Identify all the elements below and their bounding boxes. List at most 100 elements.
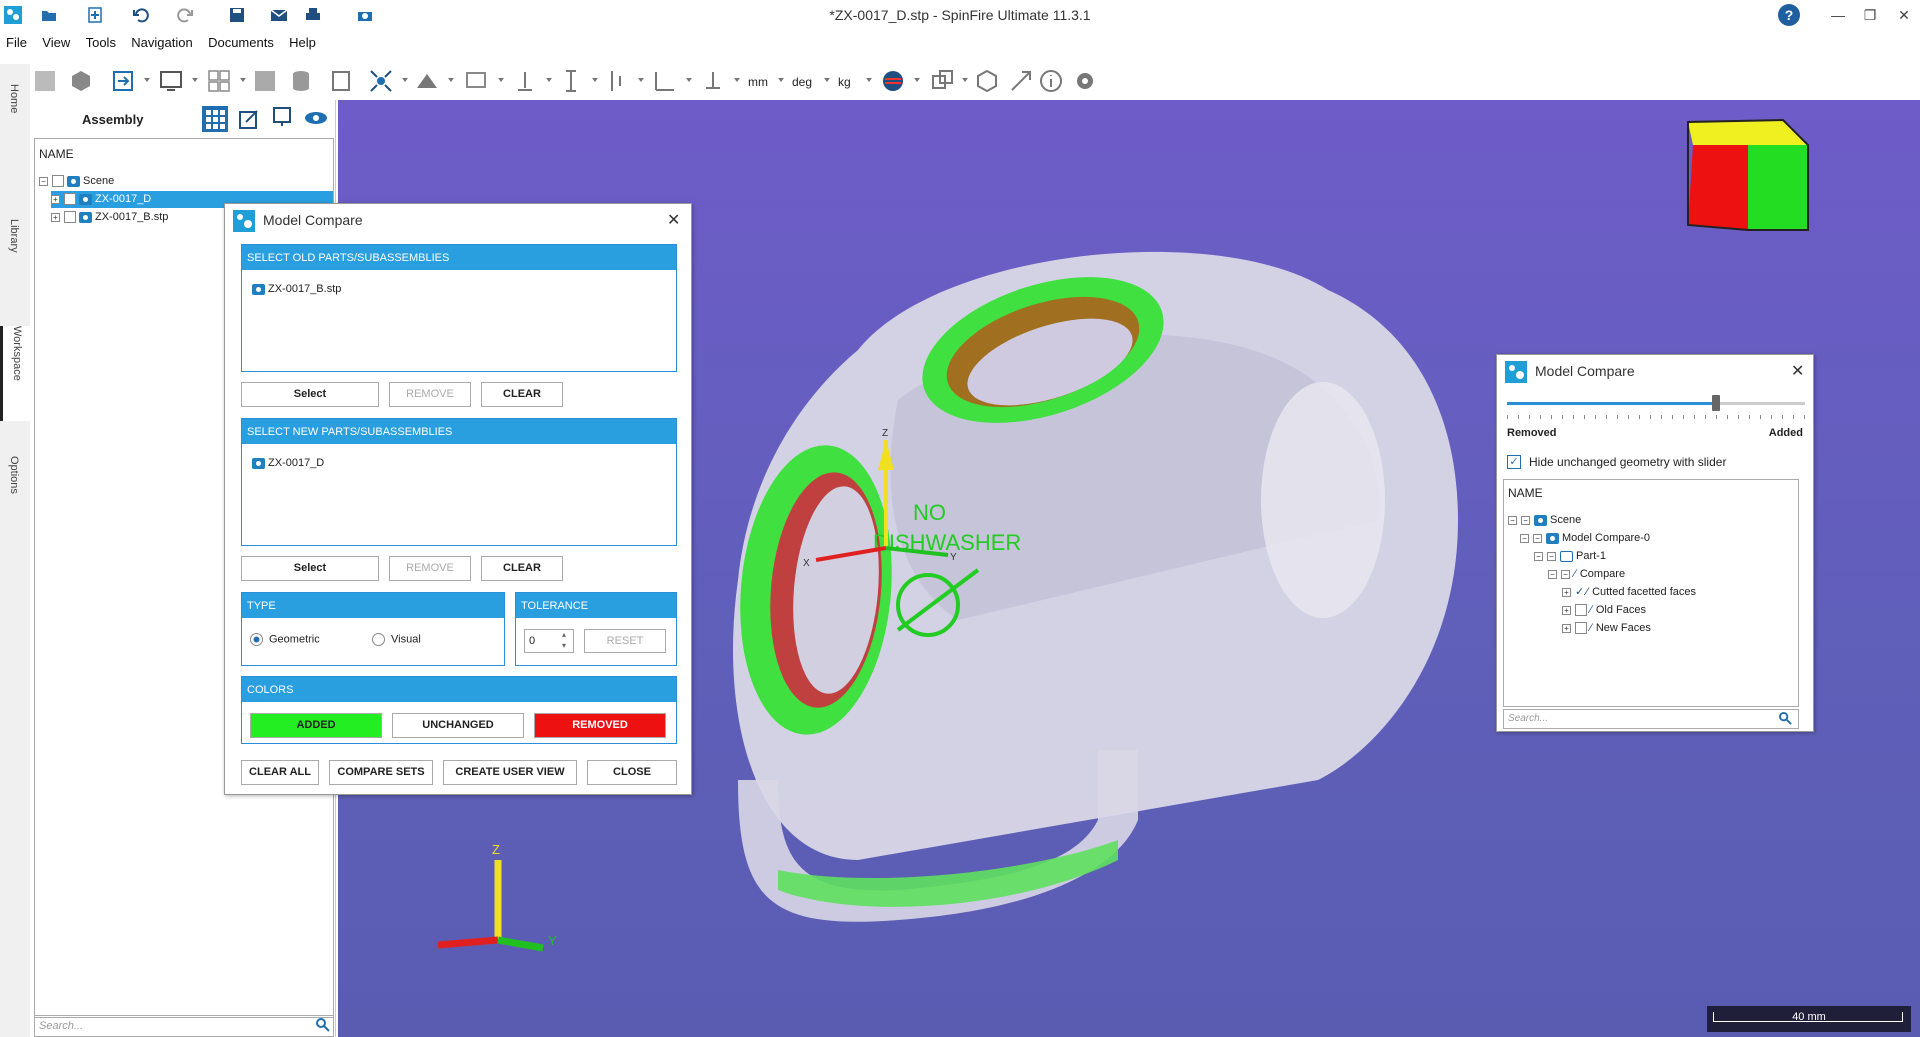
tree-row-scene[interactable]: − Scene — [39, 173, 114, 190]
markup-dropdown-icon[interactable] — [498, 78, 504, 82]
type-geometric-radio[interactable]: Geometric — [250, 633, 320, 646]
layout-icon[interactable] — [206, 68, 232, 94]
close-window-button[interactable]: ✕ — [1890, 4, 1918, 26]
old-part-item[interactable]: ZX-0017_B.stp — [252, 283, 341, 295]
slider-track[interactable] — [1507, 402, 1805, 405]
display-icon[interactable] — [158, 68, 184, 94]
cylinder-icon[interactable] — [288, 68, 314, 94]
layout-dropdown-icon[interactable] — [240, 78, 246, 82]
menu-help[interactable]: Help — [283, 33, 322, 53]
create-user-view-button[interactable]: CREATE USER VIEW — [443, 760, 577, 785]
annotation-icon[interactable] — [1008, 68, 1034, 94]
menu-tools[interactable]: Tools — [80, 33, 122, 53]
compare-dropdown-icon[interactable] — [962, 78, 968, 82]
menu-documents[interactable]: Documents — [202, 33, 280, 53]
checkbox[interactable] — [1575, 622, 1587, 635]
collapse-icon[interactable]: − — [1534, 551, 1543, 561]
settings-gear-icon[interactable] — [1072, 68, 1098, 94]
checkbox[interactable] — [1575, 604, 1587, 617]
measure-distance-icon[interactable] — [558, 68, 584, 94]
tolerance-input[interactable]: 0 — [524, 629, 574, 653]
minimize-button[interactable]: — — [1824, 4, 1852, 26]
reset-button[interactable]: RESET — [584, 629, 666, 653]
mass-icon[interactable] — [700, 68, 726, 94]
check-icon[interactable]: ✓ — [1575, 586, 1584, 598]
edit-icon[interactable] — [238, 108, 260, 130]
close-icon[interactable]: ✕ — [1791, 361, 1804, 381]
measure-point-icon[interactable] — [512, 68, 538, 94]
measure-point-dropdown-icon[interactable] — [546, 78, 552, 82]
units-length-dropdown-icon[interactable] — [778, 78, 784, 82]
tree-row-new-faces[interactable]: + ∕ New Faces — [1562, 620, 1651, 637]
presentation-icon[interactable] — [272, 106, 294, 128]
compare-sets-button[interactable]: COMPARE SETS — [329, 760, 433, 785]
close-icon[interactable]: ✕ — [667, 210, 680, 230]
compare-search-input[interactable]: Search... — [1503, 709, 1799, 729]
menu-file[interactable]: File — [0, 33, 33, 53]
standards-dropdown-icon[interactable] — [914, 78, 920, 82]
menu-view[interactable]: View — [36, 33, 76, 53]
clear-new-button[interactable]: CLEAR — [481, 556, 563, 581]
remove-old-button[interactable]: REMOVE — [389, 382, 471, 407]
tree-row-cutted-faces[interactable]: + ✓ ∕ Cutted facetted faces — [1562, 584, 1696, 601]
select-new-button[interactable]: Select — [241, 556, 379, 581]
new-part-item[interactable]: ZX-0017_D — [252, 457, 324, 469]
collapse-icon[interactable]: − — [1508, 515, 1517, 525]
box-icon[interactable] — [252, 68, 278, 94]
expand-icon[interactable]: + — [1562, 623, 1571, 633]
added-color-button[interactable]: ADDED — [250, 713, 382, 738]
remove-new-button[interactable]: REMOVE — [389, 556, 471, 581]
tab-options[interactable]: Options — [0, 456, 30, 536]
close-button[interactable]: CLOSE — [587, 760, 677, 785]
select-old-button[interactable]: Select — [241, 382, 379, 407]
clear-all-button[interactable]: CLEAR ALL — [241, 760, 319, 785]
compare-icon[interactable] — [930, 68, 956, 94]
search-icon[interactable] — [316, 1018, 330, 1032]
grid-view-icon[interactable] — [202, 106, 228, 132]
units-angle[interactable]: deg — [792, 75, 812, 89]
explode-icon[interactable] — [368, 68, 394, 94]
measure-height-icon[interactable] — [604, 68, 630, 94]
clear-old-button[interactable]: CLEAR — [481, 382, 563, 407]
unchanged-color-button[interactable]: UNCHANGED — [392, 713, 524, 738]
units-angle-dropdown-icon[interactable] — [824, 78, 830, 82]
expand-icon[interactable]: + — [51, 194, 60, 204]
checkbox-partial[interactable]: − — [1533, 533, 1542, 543]
menu-navigation[interactable]: Navigation — [125, 33, 198, 53]
assembly-search-input[interactable]: Search... — [34, 1015, 334, 1037]
units-mass[interactable]: kg — [838, 75, 851, 89]
units-length[interactable]: mm — [748, 75, 768, 89]
collapse-icon[interactable]: − — [1548, 569, 1557, 579]
slider-thumb[interactable] — [1711, 395, 1720, 411]
removed-color-button[interactable]: REMOVED — [534, 713, 666, 738]
plane-icon[interactable] — [414, 68, 440, 94]
measure-angle-dropdown-icon[interactable] — [686, 78, 692, 82]
expand-icon[interactable]: + — [1562, 605, 1571, 615]
collapse-icon[interactable]: − — [39, 176, 48, 186]
tree-row-old-faces[interactable]: + ∕ Old Faces — [1562, 602, 1646, 619]
tab-home[interactable]: Home — [0, 84, 30, 144]
mass-dropdown-icon[interactable] — [734, 78, 740, 82]
info-icon[interactable] — [1038, 68, 1064, 94]
cube-icon[interactable] — [68, 68, 94, 94]
explode-dropdown-icon[interactable] — [402, 78, 408, 82]
tree-row-zx-0017-b[interactable]: + ZX-0017_B.stp — [51, 209, 168, 226]
standards-icon[interactable] — [880, 68, 906, 94]
tab-library[interactable]: Library — [0, 219, 30, 289]
checkbox-partial[interactable]: − — [1561, 569, 1570, 579]
restore-button[interactable]: ❐ — [1856, 4, 1884, 26]
checkbox[interactable] — [52, 175, 64, 188]
measure-distance-dropdown-icon[interactable] — [592, 78, 598, 82]
measure-height-dropdown-icon[interactable] — [638, 78, 644, 82]
checkbox[interactable] — [64, 193, 76, 206]
tree-row-part-1[interactable]: − − Part-1 — [1534, 548, 1606, 565]
search-icon[interactable] — [1779, 712, 1792, 725]
display-dropdown-icon[interactable] — [192, 78, 198, 82]
export-dropdown-icon[interactable] — [144, 78, 150, 82]
parts-icon[interactable] — [974, 68, 1000, 94]
stepper-arrows-icon[interactable]: ▴ ▾ — [562, 629, 566, 651]
tree-row-scene[interactable]: − − Scene — [1508, 512, 1581, 529]
checkbox-partial[interactable]: − — [1547, 551, 1556, 561]
model-icon[interactable] — [32, 68, 58, 94]
checkbox-partial[interactable]: − — [1521, 515, 1530, 525]
